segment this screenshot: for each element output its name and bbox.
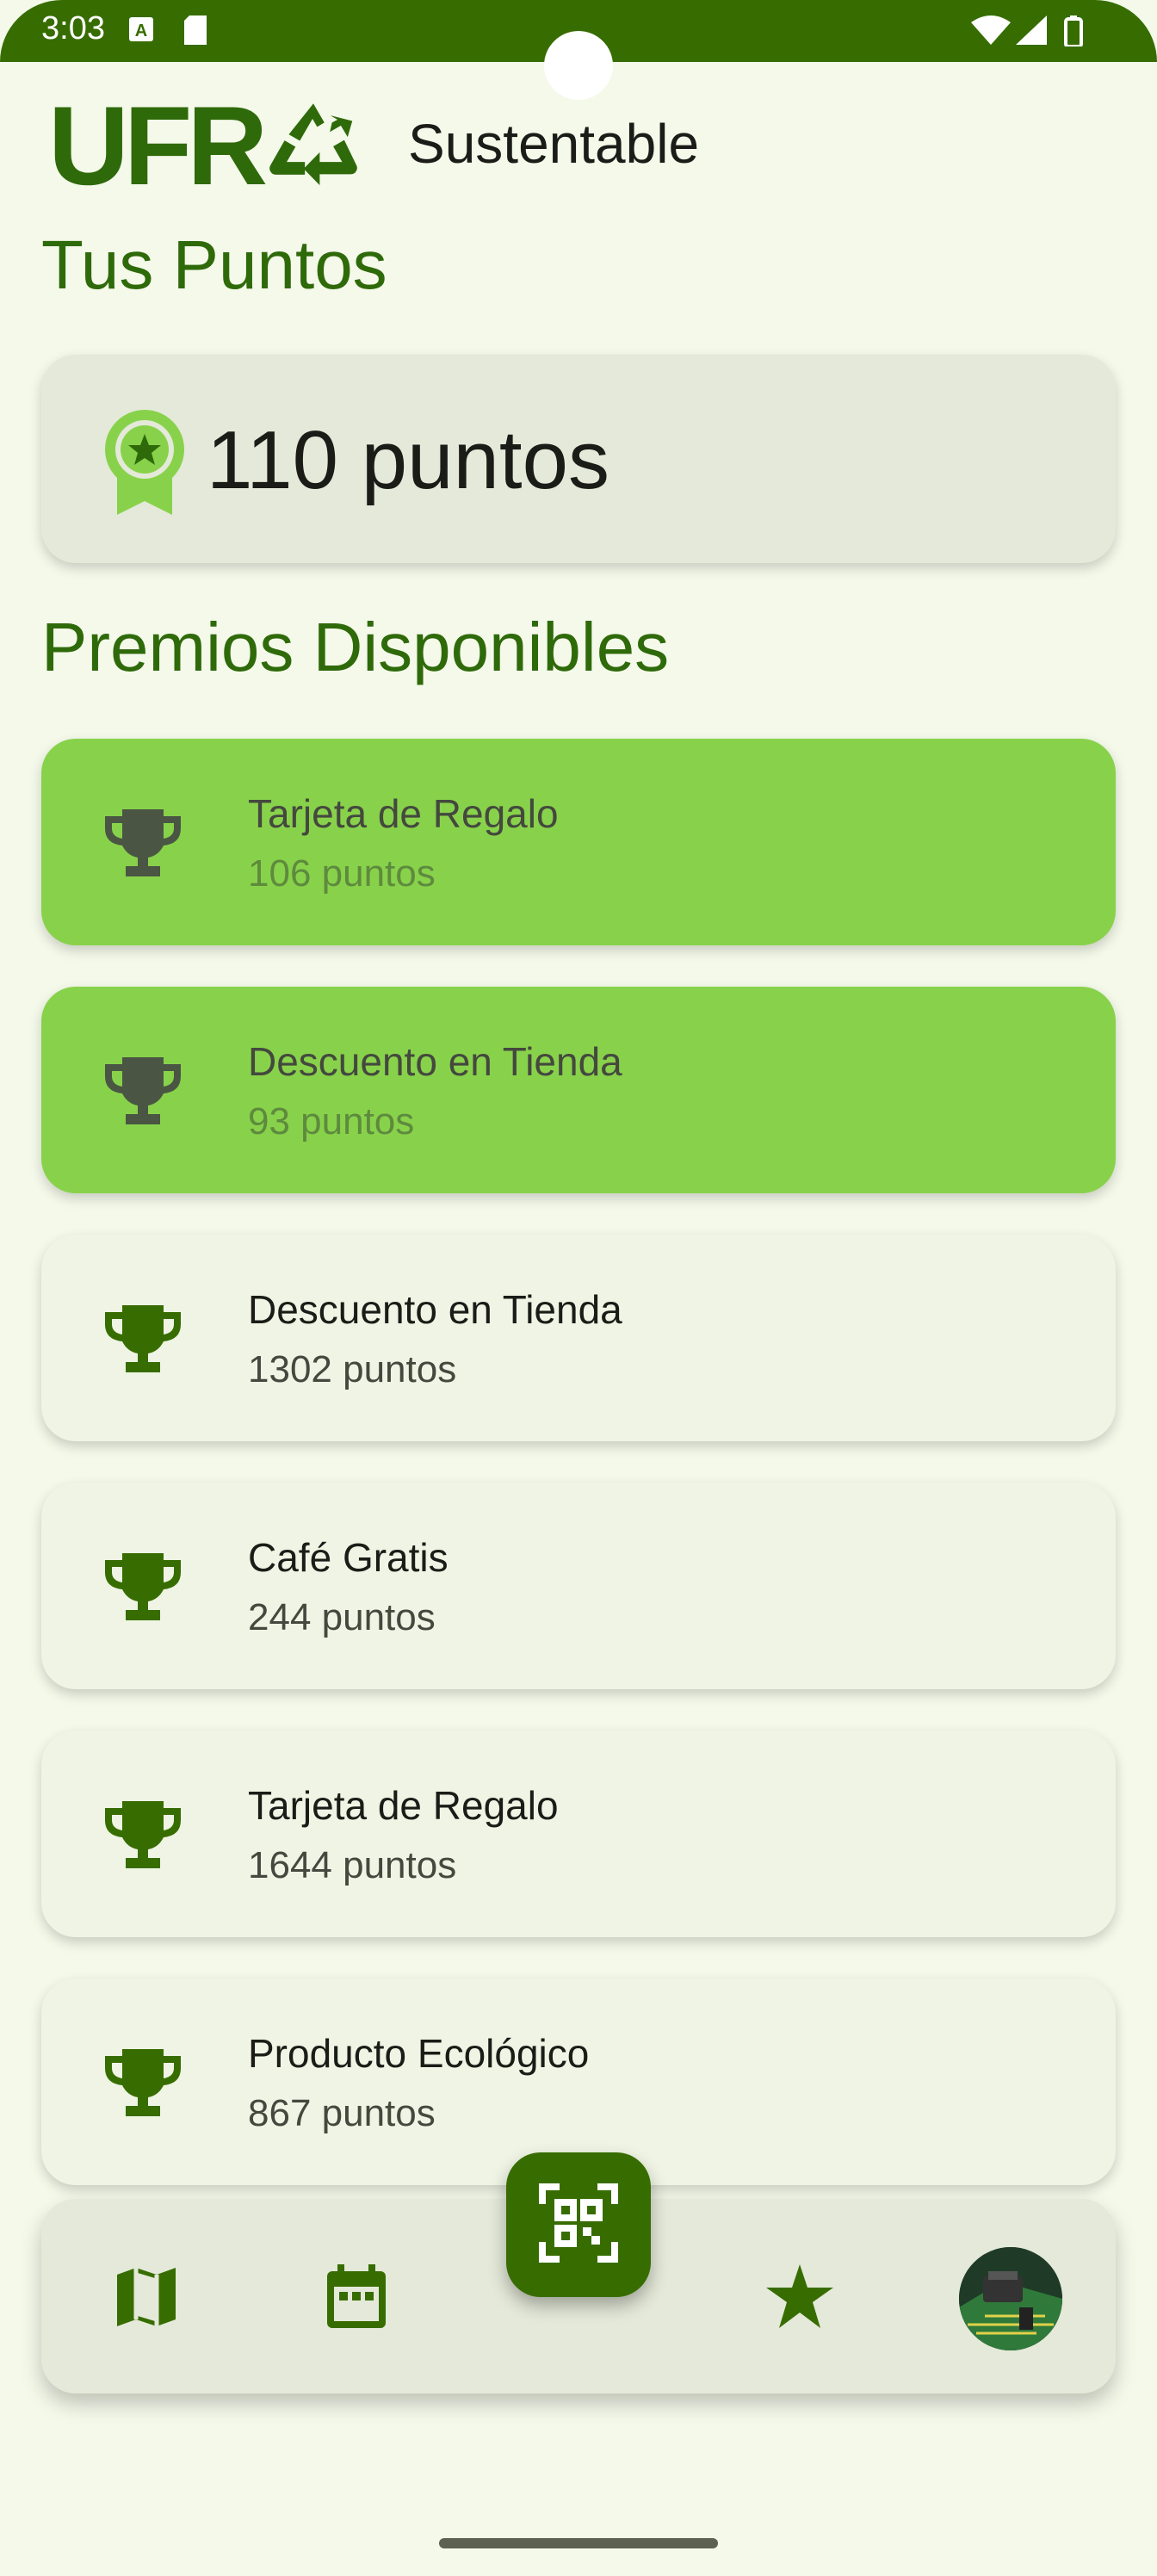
- reward-cost: 244 puntos: [248, 1596, 436, 1638]
- trophy-icon: [103, 808, 183, 884]
- reward-card[interactable]: Tarjeta de Regalo 106 puntos: [41, 739, 1116, 945]
- reward-cost: 106 puntos: [248, 852, 436, 895]
- reward-name: Tarjeta de Regalo: [248, 1783, 559, 1828]
- wifi-icon: [971, 15, 1011, 49]
- recycle-icon: [263, 93, 364, 199]
- trophy-icon: [103, 1551, 183, 1628]
- signal-icon: [1016, 15, 1047, 49]
- reward-card[interactable]: Descuento en Tienda 93 puntos: [41, 987, 1116, 1193]
- svg-text:A: A: [135, 22, 147, 40]
- status-time: 3:03: [41, 10, 105, 46]
- qr-scan-icon: [539, 2183, 618, 2267]
- logo-text: UFR: [48, 83, 268, 208]
- trophy-icon: [103, 2047, 183, 2124]
- profile-avatar[interactable]: [959, 2247, 1062, 2350]
- rewards-section-title: Premios Disponibles: [41, 609, 670, 685]
- reward-card[interactable]: Café Gratis 244 puntos: [41, 1483, 1116, 1689]
- reward-name: Tarjeta de Regalo: [248, 791, 559, 836]
- keyboard-notification-icon: A: [127, 15, 155, 47]
- app-name: Sustentable: [408, 113, 700, 175]
- reward-cost: 93 puntos: [248, 1100, 415, 1142]
- camera-cutout: [544, 31, 613, 100]
- reward-card[interactable]: Descuento en Tienda 1302 puntos: [41, 1235, 1116, 1441]
- points-section-title: Tus Puntos: [41, 226, 387, 303]
- reward-name: Producto Ecológico: [248, 2031, 590, 2076]
- points-value: 110 puntos: [207, 414, 609, 506]
- star-icon[interactable]: [766, 2264, 833, 2332]
- map-icon[interactable]: [115, 2268, 177, 2331]
- medal-icon: [102, 408, 188, 519]
- reward-card[interactable]: Tarjeta de Regalo 1644 puntos: [41, 1731, 1116, 1937]
- trophy-icon: [103, 1799, 183, 1876]
- battery-icon: [1064, 15, 1083, 51]
- home-indicator[interactable]: [439, 2538, 718, 2548]
- qr-scan-button[interactable]: [506, 2152, 651, 2297]
- reward-cost: 1644 puntos: [248, 1844, 457, 1886]
- reward-name: Café Gratis: [248, 1535, 449, 1580]
- points-card: 110 puntos: [41, 355, 1116, 563]
- trophy-icon: [103, 1303, 183, 1380]
- trophy-icon: [103, 1056, 183, 1132]
- sd-card-icon: [183, 15, 208, 49]
- reward-name: Descuento en Tienda: [248, 1039, 622, 1084]
- reward-cost: 867 puntos: [248, 2092, 436, 2134]
- ufro-logo: UFR: [48, 90, 364, 201]
- reward-cost: 1302 puntos: [248, 1348, 457, 1390]
- calendar-icon[interactable]: [325, 2264, 387, 2334]
- reward-name: Descuento en Tienda: [248, 1287, 622, 1332]
